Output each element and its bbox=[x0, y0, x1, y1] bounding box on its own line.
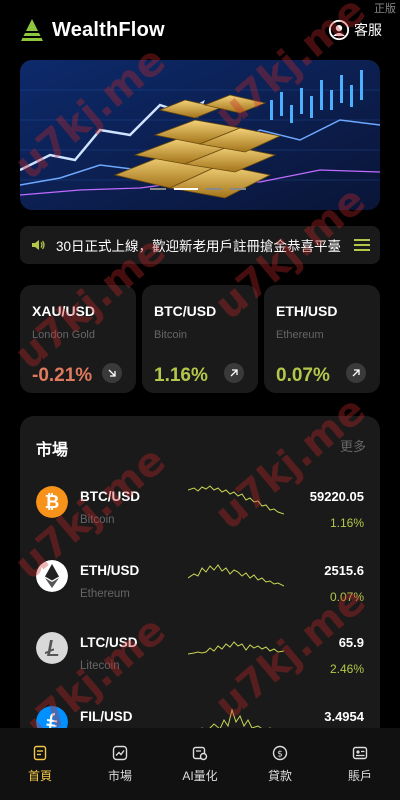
market-row-ltc[interactable]: LTC/USD Litecoin 65.9 2.46% bbox=[20, 632, 380, 704]
announcement-text: 30日正式上線，歡迎新老用戶註冊搶金恭喜平臺 bbox=[56, 239, 342, 254]
ticker-name: Ethereum bbox=[276, 329, 324, 341]
sparkline bbox=[188, 564, 284, 587]
sparkline bbox=[188, 641, 284, 655]
customer-service-label: 客服 bbox=[354, 22, 382, 38]
ticker-card-xau[interactable]: XAU/USD London Gold -0.21% bbox=[20, 285, 136, 393]
user-icon bbox=[328, 19, 350, 41]
ticker-card-eth[interactable]: ETH/USD Ethereum 0.07% bbox=[264, 285, 380, 393]
loan-icon: $ bbox=[272, 745, 288, 760]
brand-name: WealthFlow bbox=[52, 18, 165, 41]
market-name: Litecoin bbox=[80, 660, 120, 672]
litecoin-icon bbox=[36, 632, 68, 664]
market-change: 1.16% bbox=[329, 516, 364, 530]
ticker-change: -0.21% bbox=[32, 365, 93, 386]
market-icon bbox=[112, 745, 128, 760]
ticker-name: London Gold bbox=[32, 329, 95, 341]
ticker-change: 1.16% bbox=[154, 365, 208, 386]
ticker-cards: XAU/USD London Gold -0.21% BTC/USD Bitco… bbox=[20, 285, 380, 393]
market-symbol: ETH/USD bbox=[80, 563, 140, 578]
announcement-bar[interactable]: 30日正式上線，歡迎新老用戶註冊搶金恭喜平臺 bbox=[20, 226, 380, 264]
promo-banner[interactable] bbox=[20, 60, 380, 210]
ticker-pair: ETH/USD bbox=[276, 303, 338, 319]
market-row-eth[interactable]: ETH/USD Ethereum 2515.6 0.07% bbox=[20, 560, 380, 632]
market-price: 2515.6 bbox=[324, 563, 364, 578]
ticker-name: Bitcoin bbox=[154, 329, 188, 341]
home-icon bbox=[33, 745, 47, 760]
logo-icon bbox=[21, 19, 43, 41]
nav-label: 首頁 bbox=[27, 768, 52, 783]
arrow-up-right-icon bbox=[224, 363, 244, 383]
nav-label: 賬戶 bbox=[347, 768, 372, 783]
nav-label: 貸款 bbox=[267, 768, 292, 783]
nav-label: AI量化 bbox=[182, 768, 218, 783]
arrow-up-right-icon bbox=[346, 363, 366, 383]
bottom-nav: 首頁 市場 AI量化 $ 貸款 賬戶 bbox=[0, 728, 400, 800]
market-title: 市場 bbox=[36, 442, 69, 459]
header: WealthFlow 客服 bbox=[20, 12, 382, 48]
market-price: 65.9 bbox=[338, 635, 364, 650]
market-symbol: BTC/USD bbox=[80, 489, 140, 504]
market-change: 2.46% bbox=[329, 662, 364, 676]
banner-image bbox=[20, 60, 380, 210]
more-link[interactable]: 更多 bbox=[340, 436, 366, 455]
nav-home[interactable]: 首頁 bbox=[0, 728, 80, 800]
market-row-btc[interactable]: ₿ BTC/USD Bitcoin 59220.05 1.16% bbox=[20, 485, 380, 558]
speaker-icon bbox=[32, 240, 45, 250]
nav-label: 市場 bbox=[107, 768, 132, 783]
market-price: 59220.05 bbox=[309, 489, 364, 504]
nav-loan[interactable]: $ 貸款 bbox=[240, 728, 320, 800]
market-symbol: LTC/USD bbox=[80, 635, 138, 650]
market-name: Bitcoin bbox=[80, 514, 115, 526]
market-name: Ethereum bbox=[80, 588, 130, 600]
market-change: 0.07% bbox=[329, 590, 364, 604]
ticker-card-btc[interactable]: BTC/USD Bitcoin 1.16% bbox=[142, 285, 258, 393]
svg-text:₿: ₿ bbox=[45, 492, 60, 513]
ticker-change: 0.07% bbox=[276, 365, 330, 386]
ticker-pair: BTC/USD bbox=[154, 303, 217, 319]
ethereum-icon bbox=[36, 560, 68, 592]
sparkline bbox=[188, 485, 284, 515]
ticker-pair: XAU/USD bbox=[32, 303, 96, 319]
nav-market[interactable]: 市場 bbox=[80, 728, 160, 800]
account-icon bbox=[352, 746, 368, 759]
bitcoin-icon: ₿ bbox=[36, 486, 68, 518]
svg-text:$: $ bbox=[277, 749, 283, 759]
market-price: 3.4954 bbox=[324, 709, 364, 724]
market-symbol: FIL/USD bbox=[80, 709, 133, 724]
nav-ai-quant[interactable]: AI量化 bbox=[160, 728, 240, 800]
customer-service-button[interactable]: 客服 bbox=[328, 19, 382, 41]
nav-account[interactable]: 賬戶 bbox=[320, 728, 400, 800]
list-icon[interactable] bbox=[354, 238, 370, 252]
ai-quant-icon bbox=[192, 746, 208, 760]
market-panel: 市場 更多 ₿ BTC/USD Bitcoin 59220.05 1.16% E… bbox=[20, 416, 380, 736]
arrow-down-right-icon bbox=[102, 363, 122, 383]
